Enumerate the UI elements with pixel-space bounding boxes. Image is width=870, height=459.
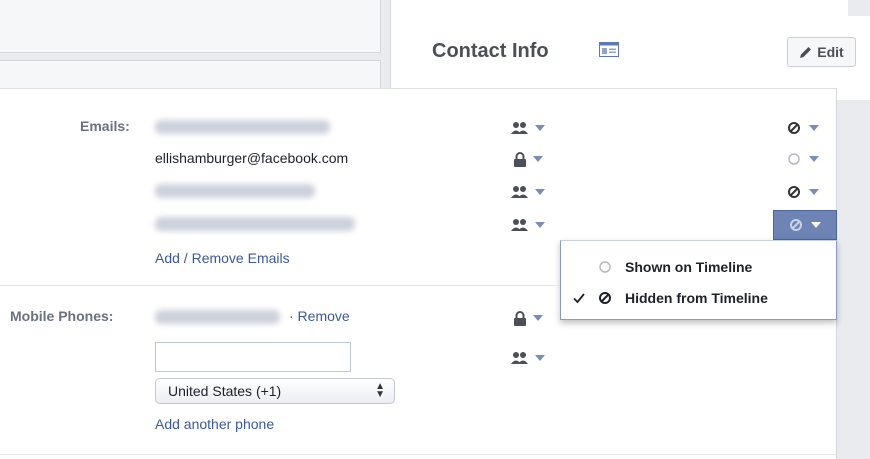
- country-code-select[interactable]: United States (+1) ▲ ▼: [155, 378, 395, 404]
- lock-icon: [514, 151, 526, 167]
- audience-selector[interactable]: [511, 184, 545, 200]
- menu-item-label: Shown on Timeline: [625, 259, 753, 275]
- timeline-visibility-selector[interactable]: [787, 120, 819, 136]
- hidden-circle-slash-icon: [599, 292, 611, 304]
- chevron-down-icon: [809, 156, 819, 162]
- chevron-down-icon: [533, 315, 543, 321]
- open-circle-icon: [788, 153, 800, 165]
- contact-card-icon: [599, 42, 619, 57]
- timeline-visibility-selector[interactable]: [787, 184, 819, 200]
- hidden-circle-slash-icon: [788, 186, 800, 198]
- timeline-visibility-selector[interactable]: [787, 151, 819, 167]
- chevron-down-icon: [535, 125, 545, 131]
- open-circle-icon: [599, 261, 611, 273]
- friends-audience-icon: [511, 186, 528, 198]
- country-code-value: United States (+1): [168, 383, 282, 399]
- chevron-down-icon: [533, 156, 543, 162]
- checkmark-icon: [573, 293, 585, 304]
- select-arrows-icon: ▲ ▼: [375, 381, 385, 400]
- chevron-down-icon: [535, 189, 545, 195]
- blurred-email-4: [155, 217, 355, 231]
- chevron-down-icon: [809, 125, 819, 131]
- audience-selector[interactable]: [511, 217, 545, 233]
- background-panel: [0, 60, 381, 90]
- blurred-phone-number: [155, 310, 280, 324]
- menu-item-shown-on-timeline[interactable]: Shown on Timeline: [561, 252, 836, 282]
- chevron-down-icon: [535, 222, 545, 228]
- audience-selector[interactable]: [511, 120, 545, 136]
- background-strip: [848, 0, 870, 16]
- add-remove-emails-link[interactable]: Add / Remove Emails: [155, 250, 290, 266]
- audience-selector[interactable]: [513, 310, 543, 326]
- timeline-visibility-menu: Shown on Timeline Hidden from Timeline: [560, 240, 837, 320]
- blurred-email-1: [155, 120, 330, 134]
- chevron-down-icon: [809, 189, 819, 195]
- edit-button-label: Edit: [817, 44, 844, 60]
- blurred-email-3: [155, 184, 315, 198]
- friends-audience-icon: [511, 219, 528, 231]
- timeline-visibility-selector-active[interactable]: [773, 210, 837, 240]
- menu-item-label: Hidden from Timeline: [625, 290, 768, 306]
- chevron-down-icon: [535, 355, 545, 361]
- lock-icon: [514, 310, 526, 326]
- edit-button[interactable]: Edit: [787, 37, 856, 67]
- section-title: Contact Info: [432, 40, 549, 62]
- audience-selector[interactable]: [513, 151, 543, 167]
- hidden-circle-slash-icon: [790, 219, 802, 231]
- pencil-icon: [800, 46, 812, 58]
- section-divider: [0, 285, 559, 286]
- menu-item-hidden-from-timeline[interactable]: Hidden from Timeline: [561, 283, 836, 313]
- remove-phone-link[interactable]: · Remove: [289, 308, 350, 324]
- hidden-circle-slash-icon: [788, 122, 800, 134]
- background-panel: [0, 0, 381, 53]
- friends-audience-icon: [511, 122, 528, 134]
- friends-audience-icon: [511, 352, 528, 364]
- audience-selector[interactable]: [511, 350, 545, 366]
- mobile-phones-label: Mobile Phones:: [10, 308, 114, 324]
- email-address: ellishamburger@facebook.com: [155, 150, 349, 166]
- chevron-down-icon: [811, 222, 821, 228]
- add-another-phone-link[interactable]: Add another phone: [155, 416, 274, 432]
- emails-label: Emails:: [80, 118, 130, 134]
- phone-number-input[interactable]: [155, 342, 351, 372]
- section-divider: [0, 454, 836, 455]
